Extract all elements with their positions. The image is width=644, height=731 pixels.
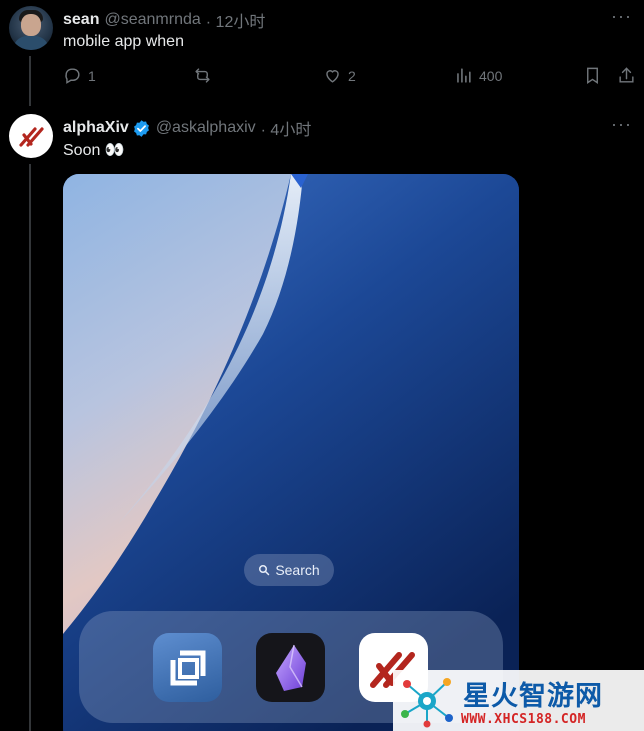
user-handle[interactable]: @askalphaxiv bbox=[156, 119, 256, 137]
timeline: sean @seanmrnda · 12小时 ··· mobile app wh… bbox=[0, 0, 644, 731]
share-button[interactable] bbox=[617, 66, 636, 85]
share-icon bbox=[619, 67, 634, 83]
tweet-text: Soon 👀 bbox=[63, 142, 125, 159]
tweet-media[interactable]: Search bbox=[63, 174, 519, 731]
display-name[interactable]: alphaXiv bbox=[63, 119, 129, 137]
search-button[interactable]: Search bbox=[244, 554, 334, 586]
reply-icon bbox=[65, 68, 80, 84]
views-count: 400 bbox=[479, 67, 503, 84]
alphaxiv-logo-icon bbox=[19, 127, 44, 147]
reply-button[interactable]: 1 bbox=[63, 66, 96, 85]
retweet-button[interactable] bbox=[193, 66, 212, 85]
timestamp[interactable]: · 12小时 bbox=[206, 8, 266, 32]
timestamp[interactable]: · 4小时 bbox=[261, 116, 312, 140]
views-icon bbox=[457, 68, 471, 83]
tweet-text: mobile app when bbox=[63, 33, 184, 50]
action-bar: 1 2 400 bbox=[63, 66, 638, 88]
like-button[interactable]: 2 bbox=[323, 66, 356, 85]
avatar[interactable] bbox=[9, 6, 53, 50]
more-icon[interactable]: ··· bbox=[611, 114, 632, 135]
tweet-header: alphaXiv @askalphaxiv · 4小时 bbox=[63, 116, 311, 140]
like-count: 2 bbox=[348, 67, 356, 84]
watermark-url: WWW.XHCS188.COM bbox=[461, 712, 586, 727]
square-app-icon[interactable] bbox=[153, 633, 222, 702]
thread-line bbox=[29, 164, 31, 731]
search-icon bbox=[259, 565, 270, 576]
reply-count: 1 bbox=[88, 67, 96, 84]
search-label: Search bbox=[275, 562, 320, 578]
retweet-icon bbox=[195, 68, 210, 83]
watermark-logo-icon bbox=[401, 678, 453, 728]
watermark-title: 星火智游网 bbox=[463, 681, 603, 711]
verified-badge-icon bbox=[132, 119, 151, 138]
bookmark-icon bbox=[587, 67, 598, 84]
avatar[interactable] bbox=[9, 114, 53, 158]
watermark: 星火智游网 WWW.XHCS188.COM bbox=[393, 670, 644, 731]
thread-line bbox=[29, 56, 31, 106]
tweet-header: sean @seanmrnda · 12小时 bbox=[63, 8, 265, 32]
obsidian-app-icon[interactable] bbox=[256, 633, 325, 702]
display-name[interactable]: sean bbox=[63, 11, 99, 29]
heart-icon bbox=[326, 70, 339, 83]
more-icon[interactable]: ··· bbox=[611, 6, 632, 27]
user-handle[interactable]: @seanmrnda bbox=[104, 11, 200, 29]
views-button[interactable]: 400 bbox=[454, 66, 502, 85]
bookmark-button[interactable] bbox=[583, 66, 602, 85]
